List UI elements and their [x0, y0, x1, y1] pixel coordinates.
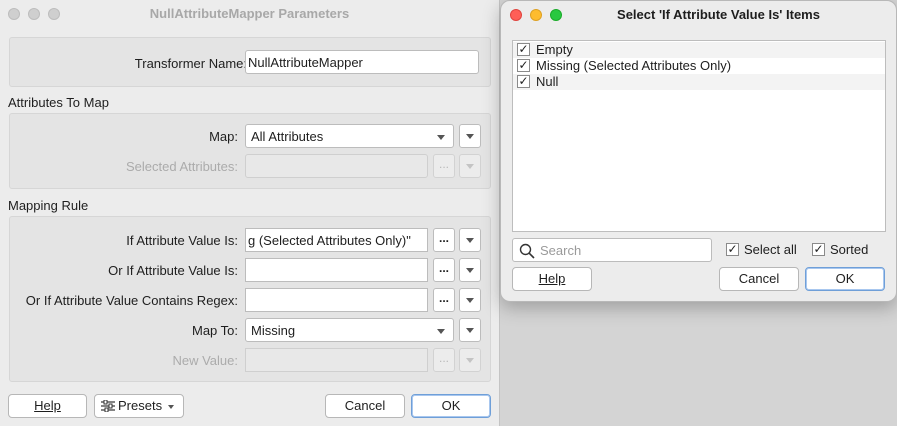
items-list[interactable]: ✓ Empty ✓ Missing (Selected Attributes O… — [512, 40, 886, 232]
map-to-options-button[interactable] — [459, 318, 481, 342]
or-if-regex-browse-button[interactable]: ... — [433, 288, 455, 312]
caret-down-icon — [466, 268, 474, 273]
cancel-button[interactable]: Cancel — [325, 394, 405, 418]
dialog-title: Select 'If Attribute Value Is' Items — [617, 7, 820, 22]
map-options-button[interactable] — [459, 124, 481, 148]
item-label: Missing (Selected Attributes Only) — [536, 58, 732, 73]
map-dropdown-value: All Attributes — [251, 129, 324, 144]
select-items-dialog: Select 'If Attribute Value Is' Items ✓ E… — [500, 0, 897, 302]
if-attribute-value-browse-button[interactable]: ... — [433, 228, 455, 252]
transformer-name-group: Transformer Name: NullAttributeMapper — [9, 37, 491, 87]
if-attribute-value-options-button[interactable] — [459, 228, 481, 252]
presets-button-label: Presets — [118, 398, 163, 413]
parameters-window: NullAttributeMapper Parameters Transform… — [0, 0, 500, 426]
attributes-to-map-heading: Attributes To Map — [8, 95, 109, 110]
sorted-label: Sorted — [830, 242, 869, 257]
item-checkbox[interactable]: ✓ — [517, 59, 530, 72]
caret-down-icon — [466, 238, 474, 243]
sorted-checkbox[interactable]: ✓ — [812, 243, 825, 256]
transformer-name-label: Transformer Name: — [134, 56, 247, 71]
selected-attributes-input — [245, 154, 428, 178]
dialog-help-button-label: Help — [538, 271, 566, 286]
map-to-dropdown-value: Missing — [251, 323, 296, 338]
help-button-label: Help — [34, 398, 61, 413]
presets-button[interactable]: Presets — [94, 394, 184, 418]
search-input[interactable]: Search — [512, 238, 712, 262]
search-icon — [519, 243, 535, 259]
map-dropdown[interactable]: All Attributes — [245, 124, 454, 148]
ok-button[interactable]: OK — [411, 394, 491, 418]
close-window-button[interactable] — [510, 9, 522, 21]
or-if-attribute-value-input[interactable] — [245, 258, 428, 282]
caret-down-icon — [466, 164, 474, 169]
attributes-to-map-group: Map: All Attributes Selected Attributes:… — [9, 113, 491, 189]
or-if-attribute-value-options-button[interactable] — [459, 258, 481, 282]
selected-attributes-options-button — [459, 154, 481, 178]
chevron-down-icon — [437, 135, 445, 140]
item-label: Null — [536, 74, 559, 89]
chevron-down-icon — [168, 405, 174, 409]
select-all-label: Select all — [744, 242, 797, 257]
select-all-checkbox[interactable]: ✓ — [726, 243, 739, 256]
transformer-name-input[interactable]: NullAttributeMapper — [245, 50, 479, 74]
window-title: NullAttributeMapper Parameters — [149, 6, 350, 21]
map-label: Map: — [209, 129, 238, 144]
dialog-cancel-button[interactable]: Cancel — [719, 267, 799, 291]
search-placeholder: Search — [540, 243, 582, 258]
dialog-title-bar: Select 'If Attribute Value Is' Items — [501, 1, 896, 29]
or-if-attribute-value-browse-button[interactable]: ... — [433, 258, 455, 282]
new-value-label: New Value: — [172, 353, 238, 368]
chevron-down-icon — [437, 329, 445, 334]
map-to-label: Map To: — [191, 323, 238, 338]
or-if-regex-input[interactable] — [245, 288, 428, 312]
list-item[interactable]: ✓ Missing (Selected Attributes Only) — [513, 58, 885, 74]
caret-down-icon — [466, 298, 474, 303]
mapping-rule-group: If Attribute Value Is: g (Selected Attri… — [9, 216, 491, 382]
title-bar: NullAttributeMapper Parameters — [0, 0, 499, 28]
if-attribute-value-input[interactable]: g (Selected Attributes Only)" — [245, 228, 428, 252]
sliders-icon — [101, 400, 115, 412]
new-value-input — [245, 348, 428, 372]
or-if-attribute-value-label: Or If Attribute Value Is: — [108, 263, 238, 278]
caret-down-icon — [466, 358, 474, 363]
new-value-options-button — [459, 348, 481, 372]
if-attribute-value-label: If Attribute Value Is: — [126, 233, 238, 248]
dialog-help-button[interactable]: Help — [512, 267, 592, 291]
dialog-ok-button[interactable]: OK — [805, 267, 885, 291]
list-item[interactable]: ✓ Null — [513, 74, 885, 90]
or-if-regex-options-button[interactable] — [459, 288, 481, 312]
new-value-browse-button: ... — [433, 348, 455, 372]
item-label: Empty — [536, 42, 573, 57]
help-button[interactable]: Help — [8, 394, 87, 418]
selected-attributes-label: Selected Attributes: — [125, 159, 238, 174]
caret-down-icon — [466, 328, 474, 333]
item-checkbox[interactable]: ✓ — [517, 43, 530, 56]
caret-down-icon — [466, 134, 474, 139]
mapping-rule-heading: Mapping Rule — [8, 198, 89, 213]
list-item[interactable]: ✓ Empty — [513, 42, 885, 58]
map-to-dropdown[interactable]: Missing — [245, 318, 454, 342]
or-if-regex-label: Or If Attribute Value Contains Regex: — [25, 293, 238, 308]
item-checkbox[interactable]: ✓ — [517, 75, 530, 88]
selected-attributes-browse-button: ... — [433, 154, 455, 178]
